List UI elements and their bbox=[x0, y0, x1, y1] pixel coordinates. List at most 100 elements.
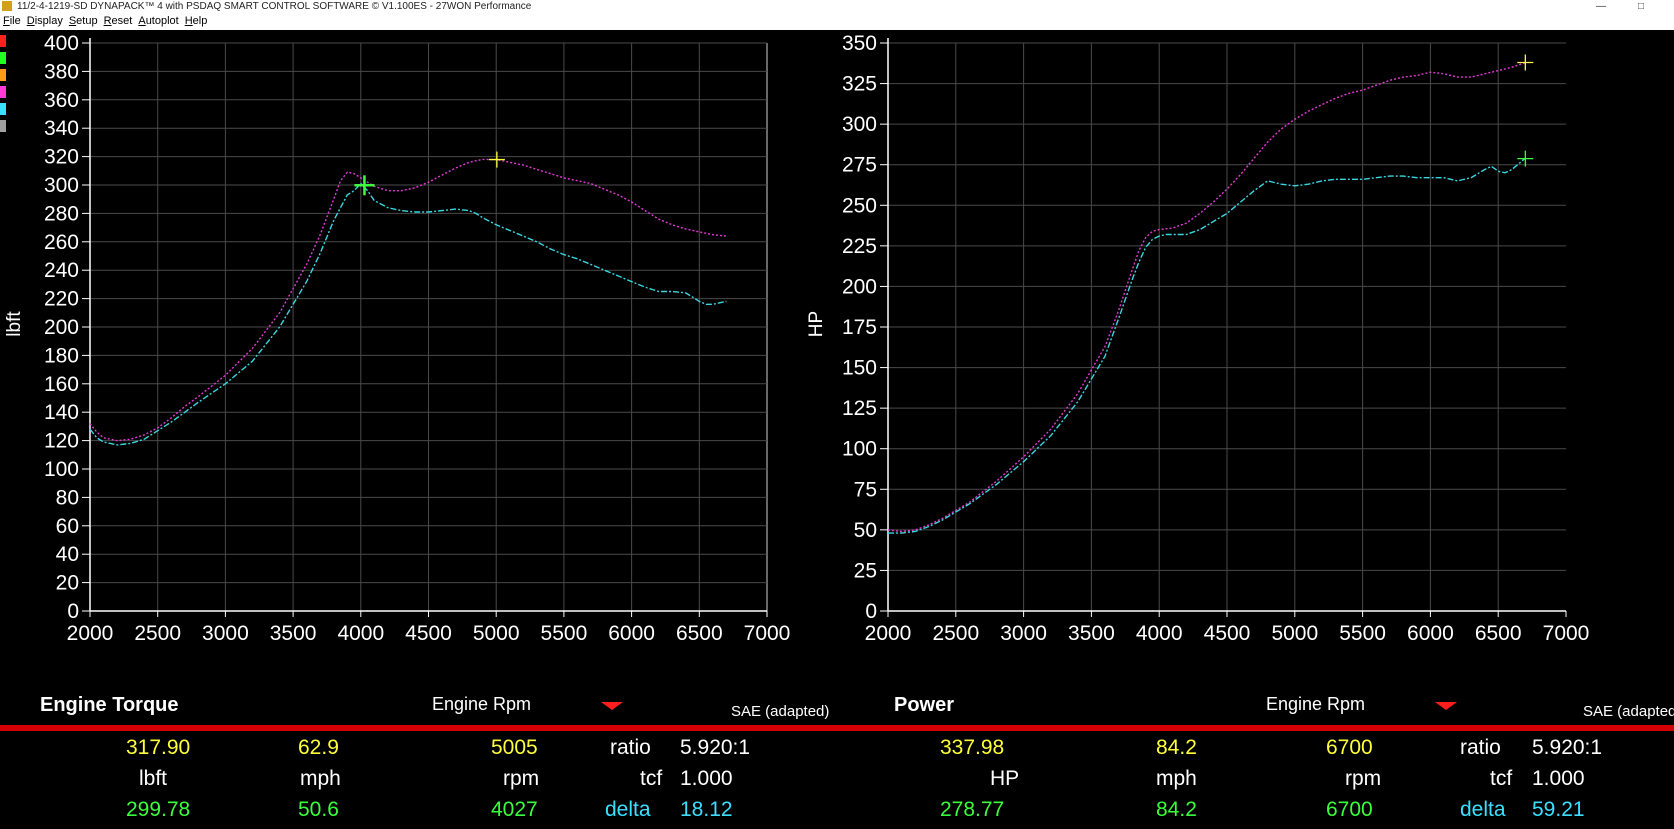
power-ytick-label: 225 bbox=[842, 235, 877, 258]
torque-unit-value: lbft bbox=[139, 767, 168, 790]
torque-run1-rpm: 5005 bbox=[491, 736, 538, 759]
power-series-0 bbox=[887, 61, 1526, 533]
power-delta-value: 59.21 bbox=[1532, 798, 1585, 821]
power-chart-title: Power bbox=[894, 694, 955, 716]
torque-delta-label: delta bbox=[605, 798, 651, 821]
torque-xtick-label: 3000 bbox=[202, 622, 249, 645]
torque-ytick-label: 300 bbox=[44, 174, 79, 197]
torque-ratio-value: 5.920:1 bbox=[680, 736, 751, 759]
torque-ytick-label: 220 bbox=[44, 288, 79, 311]
power-xtick-label: 3500 bbox=[1068, 622, 1115, 645]
power-xtick-label: 3000 bbox=[1000, 622, 1047, 645]
torque-xaxis-dropdown-icon[interactable] bbox=[601, 702, 623, 710]
power-xtick-label: 6000 bbox=[1407, 622, 1454, 645]
torque-ytick-label: 60 bbox=[56, 515, 79, 538]
power-ytick-label: 100 bbox=[842, 438, 877, 461]
torque-ytick-label: 100 bbox=[44, 458, 79, 481]
power-ytick-label: 125 bbox=[842, 397, 877, 420]
power-ytick-label: 0 bbox=[865, 600, 877, 623]
power-yaxis-label: HP bbox=[806, 311, 827, 337]
torque-xtick-label: 7000 bbox=[744, 622, 791, 645]
power-tcf-label: tcf bbox=[1490, 767, 1513, 790]
power-ytick-label: 175 bbox=[842, 316, 877, 339]
torque-ytick-label: 400 bbox=[44, 32, 79, 55]
torque-xtick-label: 5000 bbox=[473, 622, 520, 645]
torque-ytick-label: 0 bbox=[67, 600, 79, 623]
torque-ytick-label: 280 bbox=[44, 202, 79, 225]
torque-ytick-label: 240 bbox=[44, 259, 79, 282]
power-ytick-label: 300 bbox=[842, 113, 877, 136]
torque-marker-0 bbox=[488, 151, 505, 168]
torque-xtick-label: 4000 bbox=[337, 622, 384, 645]
torque-run1-mph: 62.9 bbox=[298, 736, 339, 759]
power-ytick-label: 350 bbox=[842, 32, 877, 55]
power-ytick-label: 325 bbox=[842, 73, 877, 96]
power-marker-0 bbox=[1517, 54, 1534, 71]
torque-xtick-label: 3500 bbox=[270, 622, 317, 645]
torque-ytick-label: 20 bbox=[56, 572, 79, 595]
power-marker-1 bbox=[1517, 150, 1534, 167]
power-xtick-label: 6500 bbox=[1475, 622, 1522, 645]
power-unit-rpm: rpm bbox=[1345, 767, 1382, 790]
torque-xtick-label: 2500 bbox=[134, 622, 181, 645]
torque-run2-rpm: 4027 bbox=[491, 798, 538, 821]
torque-ytick-label: 40 bbox=[56, 543, 79, 566]
power-ratio-label: ratio bbox=[1460, 736, 1501, 759]
power-xtick-label: 5500 bbox=[1339, 622, 1386, 645]
power-delta-label: delta bbox=[1460, 798, 1506, 821]
torque-ytick-label: 380 bbox=[44, 60, 79, 83]
torque-xtick-label: 6000 bbox=[608, 622, 655, 645]
torque-run2-mph: 50.6 bbox=[298, 798, 339, 821]
power-ytick-label: 250 bbox=[842, 194, 877, 217]
power-xaxis-dropdown-icon[interactable] bbox=[1435, 702, 1457, 710]
power-run2-rpm: 6700 bbox=[1326, 798, 1373, 821]
torque-correction-label: SAE (adapted) bbox=[731, 703, 830, 720]
power-run1-mph: 84.2 bbox=[1156, 736, 1197, 759]
torque-ytick-label: 360 bbox=[44, 89, 79, 112]
separator-bar bbox=[0, 725, 1674, 731]
torque-tcf-value: 1.000 bbox=[680, 767, 733, 790]
power-ytick-label: 50 bbox=[854, 519, 877, 542]
torque-ytick-label: 340 bbox=[44, 117, 79, 140]
torque-run2-value: 299.78 bbox=[126, 798, 191, 821]
torque-ratio-label: ratio bbox=[610, 736, 651, 759]
torque-xaxis-label[interactable]: Engine Rpm bbox=[432, 694, 531, 715]
torque-unit-rpm: rpm bbox=[503, 767, 540, 790]
power-xtick-label: 4000 bbox=[1136, 622, 1183, 645]
power-ratio-value: 5.920:1 bbox=[1532, 736, 1603, 759]
torque-ytick-label: 200 bbox=[44, 316, 79, 339]
power-unit-value: HP bbox=[990, 767, 1020, 790]
torque-delta-value: 18.12 bbox=[680, 798, 733, 821]
torque-tcf-label: tcf bbox=[640, 767, 663, 790]
power-run1-value: 337.98 bbox=[940, 736, 1005, 759]
torque-ytick-label: 120 bbox=[44, 430, 79, 453]
power-ytick-label: 150 bbox=[842, 357, 877, 380]
power-ytick-label: 25 bbox=[854, 559, 877, 582]
power-ytick-label: 75 bbox=[854, 478, 877, 501]
torque-yaxis-label: lbft bbox=[4, 311, 25, 337]
power-xtick-label: 5000 bbox=[1271, 622, 1318, 645]
power-xtick-label: 7000 bbox=[1543, 622, 1590, 645]
power-ytick-label: 200 bbox=[842, 275, 877, 298]
torque-xtick-label: 5500 bbox=[541, 622, 588, 645]
dyno-charts: 2000 2500 3000 3500 4000 4500 5000 5500 6000 6500… bbox=[4, 32, 1590, 645]
torque-ytick-label: 80 bbox=[56, 486, 79, 509]
power-run1-rpm: 6700 bbox=[1326, 736, 1373, 759]
torque-xtick-label: 2000 bbox=[67, 622, 114, 645]
power-run2-mph: 84.2 bbox=[1156, 798, 1197, 821]
torque-xtick-label: 6500 bbox=[676, 622, 723, 645]
torque-xtick-label: 4500 bbox=[405, 622, 452, 645]
power-run2-value: 278.77 bbox=[940, 798, 1005, 821]
power-xtick-label: 2500 bbox=[932, 622, 979, 645]
torque-ytick-label: 160 bbox=[44, 373, 79, 396]
power-tcf-value: 1.000 bbox=[1532, 767, 1585, 790]
torque-ytick-label: 140 bbox=[44, 401, 79, 424]
power-xaxis-label[interactable]: Engine Rpm bbox=[1266, 694, 1365, 715]
torque-series-0 bbox=[89, 158, 727, 442]
torque-ytick-label: 180 bbox=[44, 344, 79, 367]
torque-unit-mph: mph bbox=[300, 767, 341, 790]
power-xtick-label: 4500 bbox=[1204, 622, 1251, 645]
power-series-1 bbox=[888, 157, 1526, 534]
torque-chart-title: Engine Torque bbox=[40, 694, 179, 716]
power-ytick-label: 275 bbox=[842, 154, 877, 177]
